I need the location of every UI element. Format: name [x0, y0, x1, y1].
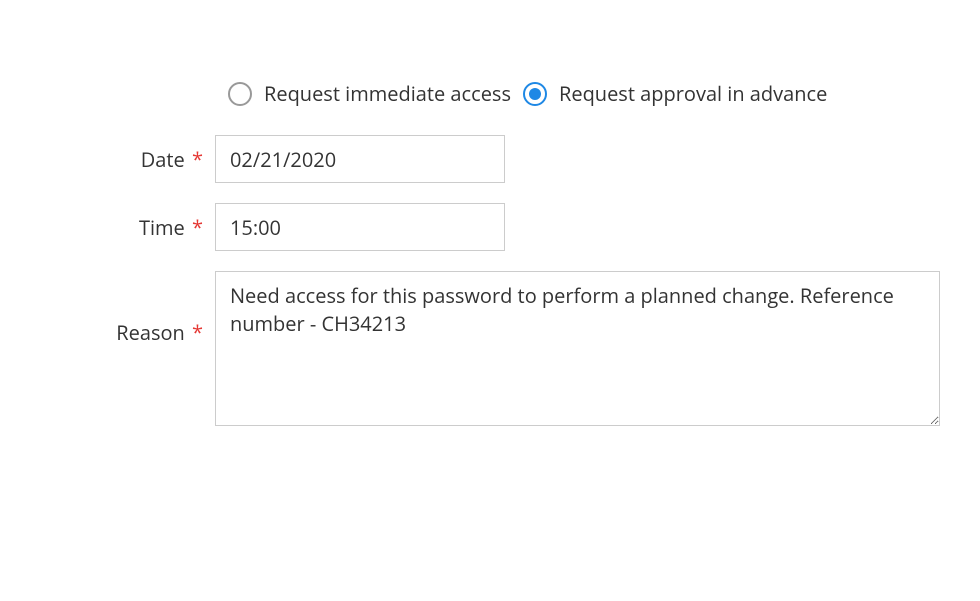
request-type-radio-group: Request immediate access Request approva…	[228, 80, 940, 107]
time-row: Time *	[85, 203, 940, 251]
date-row: Date *	[85, 135, 940, 183]
radio-approval-advance[interactable]: Request approval in advance	[523, 80, 827, 107]
radio-advance-label: Request approval in advance	[559, 80, 827, 107]
date-label: Date *	[85, 146, 215, 173]
access-request-form: Request immediate access Request approva…	[85, 80, 940, 426]
reason-label: Reason *	[85, 271, 215, 346]
time-input[interactable]	[215, 203, 505, 251]
date-input[interactable]	[215, 135, 505, 183]
radio-icon-selected	[523, 82, 547, 106]
reason-label-text: Reason	[116, 319, 185, 346]
time-label: Time *	[85, 214, 215, 241]
radio-immediate-label: Request immediate access	[264, 80, 511, 107]
radio-icon-unselected	[228, 82, 252, 106]
required-mark: *	[192, 214, 203, 241]
required-mark: *	[192, 146, 203, 173]
reason-textarea[interactable]	[215, 271, 940, 426]
date-label-text: Date	[141, 146, 185, 173]
radio-immediate-access[interactable]: Request immediate access	[228, 80, 511, 107]
required-mark: *	[192, 319, 203, 346]
reason-row: Reason *	[85, 271, 940, 426]
time-label-text: Time	[139, 214, 185, 241]
